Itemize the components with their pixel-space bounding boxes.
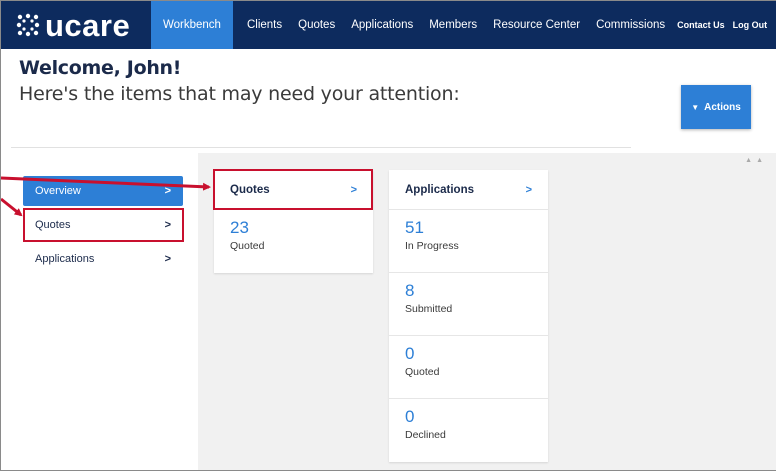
- nav-log-out[interactable]: Log Out: [729, 1, 772, 49]
- sidebar-item-label: Applications: [35, 253, 95, 265]
- nav-resource-center[interactable]: Resource Center: [485, 1, 588, 49]
- stat-value: 0: [405, 407, 415, 426]
- ucare-logo[interactable]: ucare: [1, 1, 151, 49]
- applications-card-header[interactable]: Applications >: [389, 170, 548, 210]
- sidebar-item-overview[interactable]: Overview >: [23, 176, 183, 206]
- stat-label: Quoted: [230, 240, 265, 253]
- applications-stat-quoted[interactable]: 0 Quoted: [389, 336, 548, 399]
- stat-label: Declined: [405, 429, 446, 442]
- logo-text: ucare: [45, 7, 131, 43]
- quotes-card: Quotes > 23 Quoted: [214, 170, 373, 273]
- applications-card: Applications > 51 In Progress 8 Submitte…: [389, 170, 548, 462]
- chevron-right-icon: >: [350, 183, 357, 196]
- actions-button[interactable]: ▼ Actions: [681, 85, 751, 129]
- nav-workbench[interactable]: Workbench: [151, 1, 233, 49]
- applications-stat-in-progress[interactable]: 51 In Progress: [389, 210, 548, 273]
- quotes-card-header[interactable]: Quotes >: [214, 170, 373, 210]
- stat-value: 51: [405, 218, 424, 237]
- chevron-right-icon: >: [164, 185, 171, 197]
- nav-applications[interactable]: Applications: [343, 1, 421, 49]
- chevron-down-icon: ▼: [691, 102, 700, 112]
- app-window: ucare Workbench Clients Quotes Applicati…: [0, 0, 776, 471]
- chevron-right-icon: >: [525, 183, 532, 196]
- attention-subtitle: Here's the items that may need your atte…: [19, 83, 460, 105]
- stat-label: Quoted: [405, 366, 440, 379]
- applications-stat-declined[interactable]: 0 Declined: [389, 399, 548, 462]
- nav-clients[interactable]: Clients: [239, 1, 290, 49]
- chevron-right-icon: >: [164, 219, 171, 231]
- sidebar-item-applications[interactable]: Applications >: [23, 244, 183, 274]
- stat-value: 0: [405, 344, 415, 363]
- stat-label: In Progress: [405, 240, 459, 253]
- actions-label: Actions: [704, 101, 741, 113]
- welcome-heading: Welcome, John!: [19, 57, 182, 79]
- nav-commissions[interactable]: Commissions: [588, 1, 673, 49]
- quotes-card-title: Quotes: [230, 183, 270, 196]
- stat-value: 8: [405, 281, 415, 300]
- applications-card-title: Applications: [405, 183, 475, 196]
- scroll-up-icon[interactable]: ▲▲: [745, 157, 767, 164]
- nav-members[interactable]: Members: [421, 1, 485, 49]
- chevron-right-icon: >: [164, 253, 171, 265]
- sidebar-item-label: Quotes: [35, 219, 71, 231]
- stat-value: 23: [230, 218, 249, 237]
- nav-quotes[interactable]: Quotes: [290, 1, 343, 49]
- stat-label: Submitted: [405, 303, 453, 316]
- sidebar-item-quotes[interactable]: Quotes >: [23, 210, 183, 240]
- nav-contact-us[interactable]: Contact Us: [673, 1, 729, 49]
- arrow-to-sidebar-quotes: [1, 197, 23, 217]
- logo-dots-icon: [16, 13, 40, 37]
- header-divider: [11, 147, 631, 148]
- sidebar-item-label: Overview: [35, 185, 81, 197]
- top-nav-bar: ucare Workbench Clients Quotes Applicati…: [1, 1, 776, 49]
- quotes-stat-quoted[interactable]: 23 Quoted: [214, 210, 373, 273]
- applications-stat-submitted[interactable]: 8 Submitted: [389, 273, 548, 336]
